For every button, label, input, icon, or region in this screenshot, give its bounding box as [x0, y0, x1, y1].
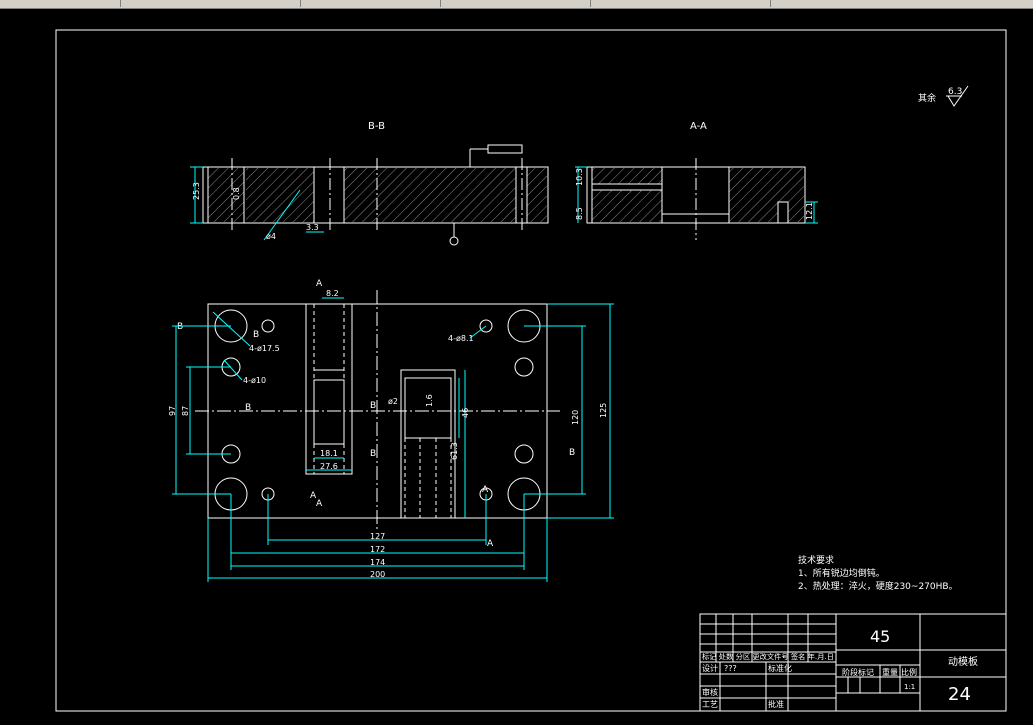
hole-medium [514, 357, 534, 377]
dim-phi2: ø2 [388, 397, 398, 406]
stage-mark-label: 阶段标记 [842, 667, 874, 677]
drawing-stroke [313, 379, 345, 445]
section-a-title: A-A [690, 121, 707, 132]
title-block-text: 45 动模板 24 标记 处数 分区 更改文件号 签名 年.月.日 设计 ???… [702, 627, 978, 709]
weight-label: 重量 [882, 667, 898, 677]
dim-holes-big: 4-ø17.5 [249, 344, 280, 353]
dim-pocket-h: 61.3 [450, 442, 459, 460]
hatch-area [344, 168, 516, 222]
dim-right-125: 125 [599, 403, 608, 418]
section-marker-b: B [569, 448, 575, 458]
section-marker-b: B [245, 403, 251, 413]
hatch-area [592, 168, 662, 184]
dim-slot-w2: 27.6 [320, 462, 338, 471]
dim-pocket-r: 1.6 [425, 394, 434, 407]
dim-slot-top: 8.2 [326, 289, 339, 298]
material-label: 45 [870, 627, 890, 646]
dim-bottom-172: 172 [370, 545, 385, 554]
roughness-note: 其余 6.3 [918, 85, 969, 107]
dim-left-97: 97 [168, 406, 177, 416]
dim-step: 3.3 [306, 223, 319, 232]
section-b-title: B-B [368, 121, 385, 132]
roughness-rest-label: 其余 [918, 92, 936, 104]
design-label: 设计 [702, 663, 718, 673]
section-view-a-a[interactable]: A-A 10.3 8.5 12.1 [575, 121, 818, 240]
part-name: 动模板 [948, 655, 978, 668]
drawing-stroke [777, 201, 789, 224]
approve-label: 批准 [768, 699, 784, 709]
dim-lower: 8.5 [575, 207, 584, 220]
sheet-border [55, 29, 1007, 712]
review-label: 审核 [702, 687, 718, 697]
drawing-sheet: 其余 6.3 B-B 25.3 0.8 ø4 3.3 A-A 10.3 8.5 … [55, 29, 1007, 712]
hatch-area [729, 168, 804, 222]
process-label: 工艺 [702, 700, 718, 709]
hatch-area [527, 168, 547, 222]
hole-medium [514, 444, 534, 464]
section-marker-a: A [482, 485, 489, 495]
pocket-outline [400, 369, 456, 519]
revision-header: 标记 处数 分区 更改文件号 签名 年.月.日 [702, 652, 834, 661]
scale-value: 1:1 [904, 683, 915, 691]
scale-label: 比例 [901, 667, 917, 677]
hole-small [261, 319, 275, 333]
section-marker-b: B [177, 322, 183, 332]
cad-canvas[interactable]: 其余 6.3 B-B 25.3 0.8 ø4 3.3 A-A 10.3 8.5 … [0, 0, 1033, 725]
drawing-stroke [404, 377, 452, 439]
notes-line-1: 1、所有锐边均倒钝。 [798, 567, 885, 579]
notes-line-2: 2、热处理：淬火，硬度230~270HB。 [798, 580, 958, 592]
dim-bottom-200: 200 [370, 570, 385, 579]
section-marker-a: A [316, 279, 323, 289]
technical-notes: 技术要求 1、所有锐边均倒钝。 2、热处理：淬火，硬度230~270HB。 [798, 554, 958, 592]
section-marker-a: A [487, 539, 494, 549]
section-marker-b: B [370, 401, 376, 411]
hatch-area [592, 190, 662, 222]
dim-hole: ø4 [266, 232, 276, 241]
dim-height: 25.3 [192, 182, 201, 200]
drawing-stroke [487, 144, 523, 154]
dim-bottom-174: 174 [370, 558, 385, 567]
notes-title: 技术要求 [798, 554, 834, 566]
dim-upper: 10.3 [575, 168, 584, 186]
roughness-value: 6.3 [948, 87, 962, 97]
section-marker-a: A [316, 499, 323, 509]
dim-holes-mid: 4-ø10 [243, 376, 266, 385]
dim-bottom-127: 127 [370, 532, 385, 541]
standardize-label: 标准化 [768, 663, 792, 673]
dim-right-120: 120 [571, 410, 580, 425]
plan-view[interactable]: B B B B B B A A A A A 4-ø17.5 4-ø10 4-ø8… [168, 279, 614, 582]
drawing-number: 24 [948, 684, 971, 705]
section-view-b-b[interactable]: B-B 25.3 0.8 ø4 3.3 [190, 121, 549, 246]
dim-left-87: 87 [181, 406, 190, 416]
section-marker-b: B [253, 330, 259, 340]
designer-name: ??? [724, 664, 737, 673]
datum-symbol [449, 236, 459, 246]
hatch-area [246, 168, 314, 222]
dim-slot-w1: 18.1 [320, 449, 338, 458]
dim-roughness: 0.8 [232, 187, 241, 200]
dim-holes-small: 4-ø8.1 [448, 334, 474, 343]
dim-right: 12.1 [805, 202, 814, 220]
section-marker-b: B [370, 449, 376, 459]
dim-pocket-v: 46 [461, 408, 470, 418]
